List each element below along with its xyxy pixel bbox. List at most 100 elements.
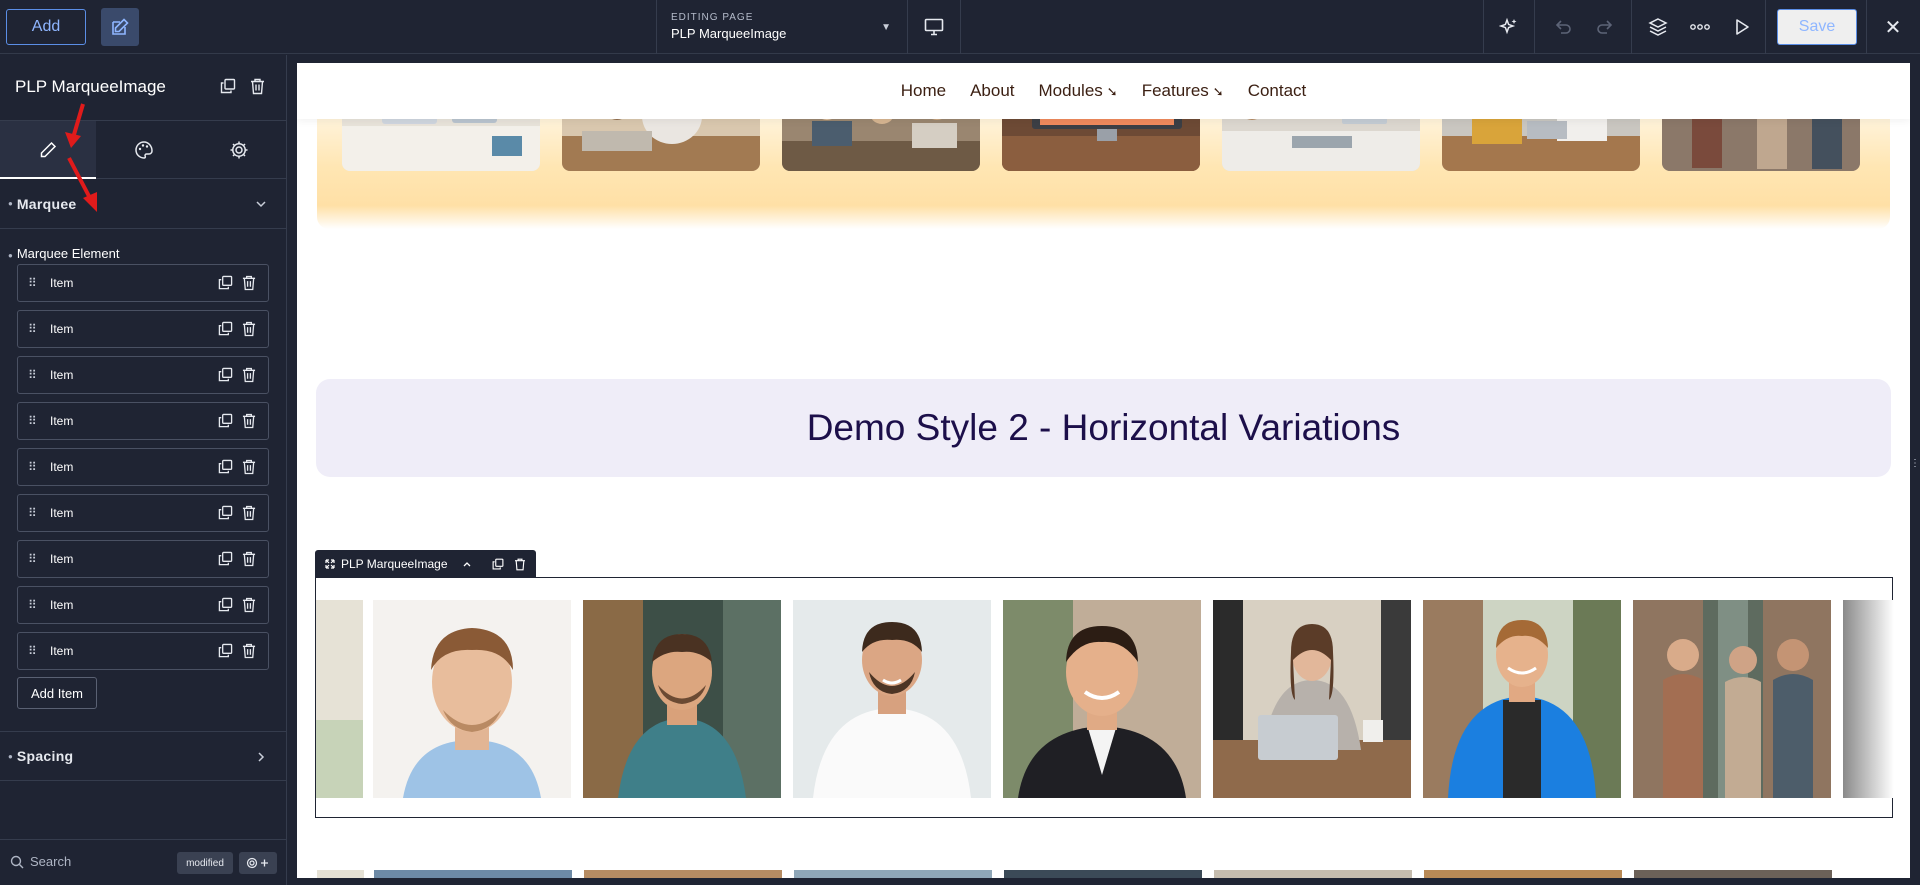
tab-content[interactable] — [0, 121, 96, 179]
pencil-icon — [40, 141, 56, 158]
desktop-icon — [924, 18, 944, 36]
redo-button[interactable] — [1584, 0, 1626, 54]
page-preview: Home About Modules ➘ Features ➘ Contact Demo S… — [297, 63, 1910, 878]
duplicate-icon[interactable] — [218, 597, 233, 612]
marquee-item-row[interactable]: ⠿ Item — [17, 586, 269, 624]
marquee-item-row[interactable]: ⠿ Item — [17, 448, 269, 486]
duplicate-icon[interactable] — [218, 459, 233, 474]
resize-handle-icon[interactable]: ⋮ — [1910, 458, 1920, 478]
bottom-marquee-row — [317, 870, 1890, 878]
drag-handle-icon[interactable]: ⠿ — [28, 322, 38, 336]
duplicate-icon[interactable] — [218, 367, 233, 382]
edit-mode-button[interactable] — [101, 8, 139, 46]
trash-icon[interactable] — [242, 275, 256, 291]
portrait-photo[interactable] — [793, 600, 991, 798]
section-heading-box: Demo Style 2 - Horizontal Variations — [316, 379, 1891, 477]
trash-icon[interactable] — [242, 643, 256, 659]
nav-link-contact[interactable]: Contact — [1248, 81, 1307, 101]
drag-handle-icon[interactable]: ⠿ — [28, 644, 38, 658]
ai-assistant-button[interactable] — [1488, 0, 1530, 54]
expand-icon[interactable] — [325, 559, 335, 569]
save-button[interactable]: Save — [1777, 9, 1857, 45]
marquee-item-row[interactable]: ⠿ Item — [17, 402, 269, 440]
module-label: PLP MarqueeImage — [341, 557, 448, 571]
duplicate-icon[interactable] — [218, 643, 233, 658]
filter-settings-button[interactable] — [239, 852, 277, 874]
section-spacing[interactable]: ● Spacing — [0, 731, 287, 781]
search-icon — [10, 855, 24, 868]
preview-button[interactable] — [1721, 0, 1763, 54]
undo-button[interactable] — [1542, 0, 1584, 54]
duplicate-icon[interactable] — [492, 558, 504, 570]
add-item-button[interactable]: Add Item — [17, 677, 97, 709]
portrait-photo[interactable] — [373, 600, 571, 798]
device-desktop-button[interactable] — [908, 0, 960, 54]
settings-plus-icon — [246, 857, 268, 869]
search-input[interactable] — [30, 854, 150, 869]
section-label: Spacing — [16, 748, 74, 764]
portrait-photo[interactable] — [1003, 600, 1201, 798]
trash-icon[interactable] — [242, 505, 256, 521]
drag-handle-icon[interactable]: ⠿ — [28, 552, 38, 566]
settings-sidebar: PLP MarqueeImage ● Marquee ● Marquee Elem… — [0, 55, 287, 885]
modified-filter-badge[interactable]: modified — [177, 852, 233, 874]
portrait-photo[interactable] — [1423, 600, 1621, 798]
tab-style[interactable] — [96, 121, 192, 179]
portrait-photo[interactable] — [316, 600, 363, 798]
divider — [960, 0, 961, 54]
trash-icon[interactable] — [242, 597, 256, 613]
nav-link-features[interactable]: Features ➘ — [1142, 81, 1224, 101]
more-options-button[interactable] — [1679, 0, 1721, 54]
trash-icon[interactable] — [242, 459, 256, 475]
add-button[interactable]: Add — [6, 9, 86, 45]
layers-button[interactable] — [1637, 0, 1679, 54]
duplicate-icon[interactable] — [218, 413, 233, 428]
trash-icon[interactable] — [242, 321, 256, 337]
drag-handle-icon[interactable]: ⠿ — [28, 276, 38, 290]
marquee-item-row[interactable]: ⠿ Item — [17, 632, 269, 670]
close-icon[interactable]: ✕ — [1873, 0, 1913, 54]
nav-link-home[interactable]: Home — [901, 81, 946, 101]
drag-handle-icon[interactable]: ⠿ — [28, 598, 38, 612]
divider — [1483, 0, 1484, 54]
portrait-photo[interactable] — [583, 600, 781, 798]
bullet: ● — [8, 199, 13, 208]
trash-icon[interactable] — [242, 413, 256, 429]
drag-handle-icon[interactable]: ⠿ — [28, 460, 38, 474]
marquee-item-row[interactable]: ⠿ Item — [17, 540, 269, 578]
duplicate-icon[interactable] — [218, 321, 233, 336]
redo-icon — [1597, 20, 1613, 34]
divider — [1765, 0, 1766, 54]
duplicate-icon[interactable] — [218, 275, 233, 290]
trash-icon[interactable] — [250, 78, 265, 95]
trash-icon[interactable] — [242, 367, 256, 383]
nav-link-about[interactable]: About — [970, 81, 1014, 101]
marquee-item-row[interactable]: ⠿ Item — [17, 310, 269, 348]
drag-handle-icon[interactable]: ⠿ — [28, 506, 38, 520]
duplicate-icon[interactable] — [218, 505, 233, 520]
marquee-item-row[interactable]: ⠿ Item — [17, 264, 269, 302]
section-marquee[interactable]: ● Marquee — [0, 179, 287, 229]
portrait-photo[interactable] — [1213, 600, 1411, 798]
duplicate-icon[interactable] — [218, 551, 233, 566]
drag-handle-icon[interactable]: ⠿ — [28, 368, 38, 382]
trash-icon[interactable] — [242, 551, 256, 567]
marquee-item-row[interactable]: ⠿ Item — [17, 494, 269, 532]
portrait-photo[interactable] — [1843, 600, 1894, 798]
pencil-square-icon — [112, 18, 129, 35]
undo-icon — [1555, 20, 1571, 34]
trash-icon[interactable] — [514, 558, 526, 571]
submenu-arrow-icon: ➘ — [1212, 84, 1224, 99]
bullet: ● — [8, 751, 13, 761]
drag-handle-icon[interactable]: ⠿ — [28, 414, 38, 428]
duplicate-icon[interactable] — [220, 78, 236, 94]
module-toolbar[interactable]: PLP MarqueeImage — [315, 550, 536, 578]
portrait-photo[interactable] — [1633, 600, 1831, 798]
tab-settings[interactable] — [191, 121, 287, 179]
marquee-image-module[interactable] — [315, 577, 1894, 818]
chevron-down-icon — [256, 201, 266, 208]
marquee-item-row[interactable]: ⠿ Item — [17, 356, 269, 394]
nav-link-modules[interactable]: Modules ➘ — [1039, 81, 1118, 101]
page-selector[interactable]: EDITING PAGE PLP MarqueeImage ▼ — [657, 0, 907, 54]
chevron-up-icon[interactable] — [462, 559, 472, 569]
